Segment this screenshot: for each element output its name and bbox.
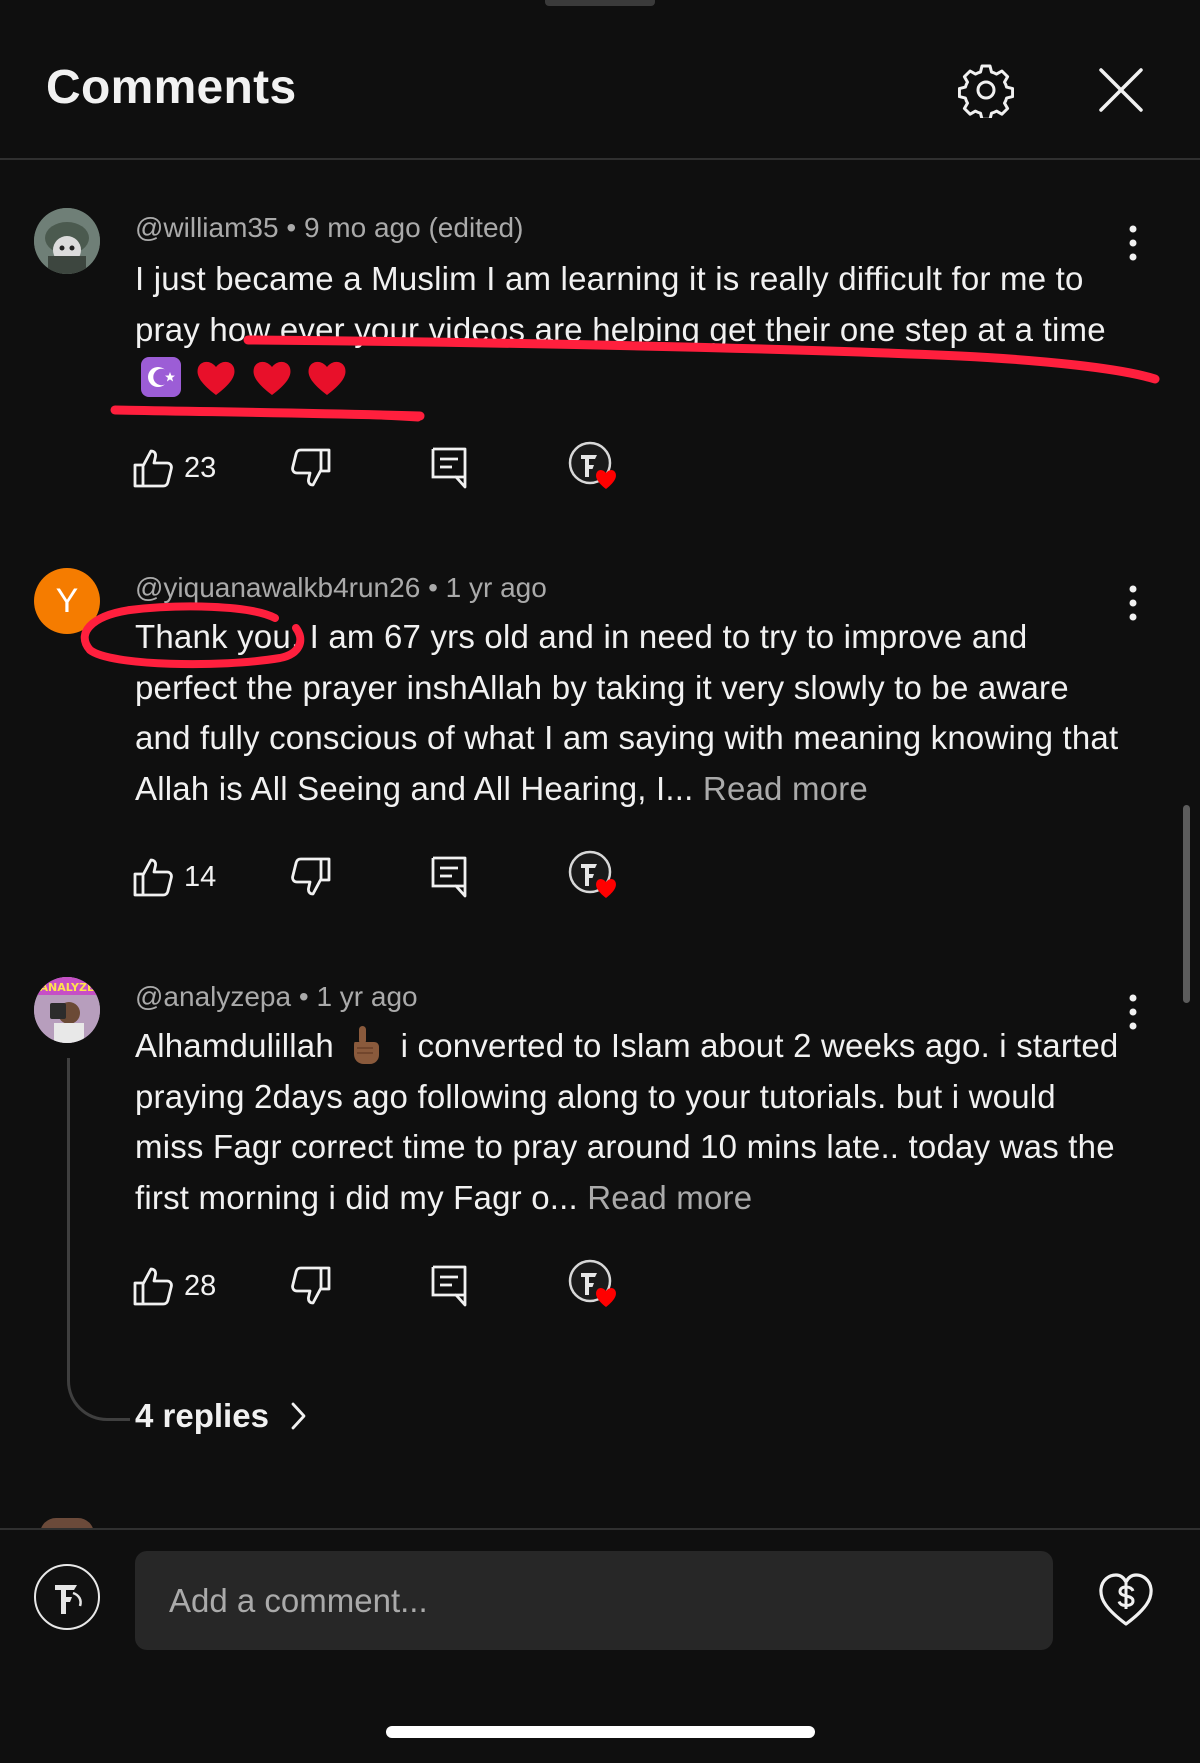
heart-dollar-icon[interactable] — [1096, 1570, 1156, 1630]
thumbs-down-icon — [290, 1265, 332, 1307]
meta-separator: • — [286, 212, 304, 243]
read-more-link[interactable]: Read more — [587, 1179, 752, 1216]
reply-comment-icon — [430, 855, 468, 899]
thumbs-up-icon — [132, 856, 174, 898]
reply-comment-icon — [430, 446, 468, 490]
comment-time: 1 yr ago — [446, 572, 547, 603]
like-button[interactable]: 28 — [132, 1259, 216, 1313]
comment-time: 9 mo ago (edited) — [304, 212, 523, 243]
comment-time: 1 yr ago — [316, 981, 417, 1012]
add-comment-input[interactable] — [135, 1551, 1053, 1650]
page-title: Comments — [46, 60, 296, 115]
creator-heart-badge[interactable] — [568, 1259, 626, 1313]
like-button[interactable]: 14 — [132, 850, 216, 904]
comment-handle[interactable]: @analyzepa — [135, 981, 291, 1012]
like-count: 28 — [184, 1270, 216, 1303]
thumbs-up-icon — [132, 447, 174, 489]
pointing-up-hand-emoji — [347, 1025, 381, 1065]
avatar[interactable]: Y — [34, 568, 100, 634]
replies-label: 4 replies — [135, 1397, 269, 1435]
reply-button[interactable] — [430, 1259, 468, 1313]
chevron-right-icon — [289, 1401, 309, 1431]
comment-actions: 23 — [132, 441, 652, 495]
meta-separator: • — [428, 572, 446, 603]
home-indicator — [386, 1726, 815, 1738]
comment-text-start: Alhamdulillah — [135, 1027, 334, 1064]
close-icon[interactable] — [1091, 60, 1151, 120]
creator-heart-badge[interactable] — [568, 441, 626, 495]
creator-heart-icon — [568, 850, 626, 904]
star-and-crescent-emoji — [141, 357, 181, 397]
scrollbar[interactable] — [1183, 805, 1190, 1003]
avatar-text: ANALYZE — [40, 981, 95, 994]
creator-heart-icon — [568, 441, 626, 495]
comments-header: Comments — [0, 0, 1200, 160]
comment-actions: 28 — [132, 1259, 652, 1313]
avatar[interactable]: ANALYZE — [34, 977, 100, 1043]
avatar-letter: Y — [56, 582, 79, 621]
reply-thread-line — [67, 1058, 130, 1421]
avatar[interactable] — [34, 1564, 100, 1630]
reply-button[interactable] — [430, 850, 468, 904]
comment-text: Alhamdulillah i converted to Islam about… — [135, 1021, 1125, 1223]
read-more-link[interactable]: Read more — [703, 770, 868, 807]
comment-text-content: I just became a Muslim I am learning it … — [135, 260, 1106, 348]
red-heart-emoji — [196, 359, 236, 397]
dislike-button[interactable] — [290, 1259, 332, 1313]
reply-button[interactable] — [430, 441, 468, 495]
like-count: 14 — [184, 861, 216, 894]
comment-handle[interactable]: @yiquanawalkb4run26 — [135, 572, 420, 603]
comment-text: I just became a Muslim I am learning it … — [135, 254, 1125, 406]
comment-meta: @yiquanawalkb4run26 • 1 yr ago — [135, 572, 547, 604]
meta-separator: • — [299, 981, 317, 1012]
creator-heart-badge[interactable] — [568, 850, 626, 904]
dislike-button[interactable] — [290, 850, 332, 904]
comment-composer — [0, 1528, 1200, 1763]
like-count: 23 — [184, 452, 216, 485]
thumbs-down-icon — [290, 447, 332, 489]
view-replies-button[interactable]: 4 replies — [135, 1397, 309, 1435]
user-avatar-icon — [43, 1573, 91, 1621]
comment-text: Thank you, I am 67 yrs old and in need t… — [135, 612, 1125, 814]
creator-heart-icon — [568, 1259, 626, 1313]
red-heart-emoji — [252, 359, 292, 397]
thumbs-up-icon — [132, 1265, 174, 1307]
comment-text-content: Thank you, I am 67 yrs old and in need t… — [135, 618, 1118, 807]
reply-comment-icon — [430, 1264, 468, 1308]
comment-meta: @william35 • 9 mo ago (edited) — [135, 212, 523, 244]
like-button[interactable]: 23 — [132, 441, 216, 495]
comment-handle[interactable]: @william35 — [135, 212, 279, 243]
thumbs-down-icon — [290, 856, 332, 898]
comment-actions: 14 — [132, 850, 652, 904]
avatar[interactable] — [34, 208, 100, 274]
dislike-button[interactable] — [290, 441, 332, 495]
gear-icon[interactable] — [956, 60, 1016, 120]
red-heart-emoji — [307, 359, 347, 397]
comment-meta: @analyzepa • 1 yr ago — [135, 981, 418, 1013]
